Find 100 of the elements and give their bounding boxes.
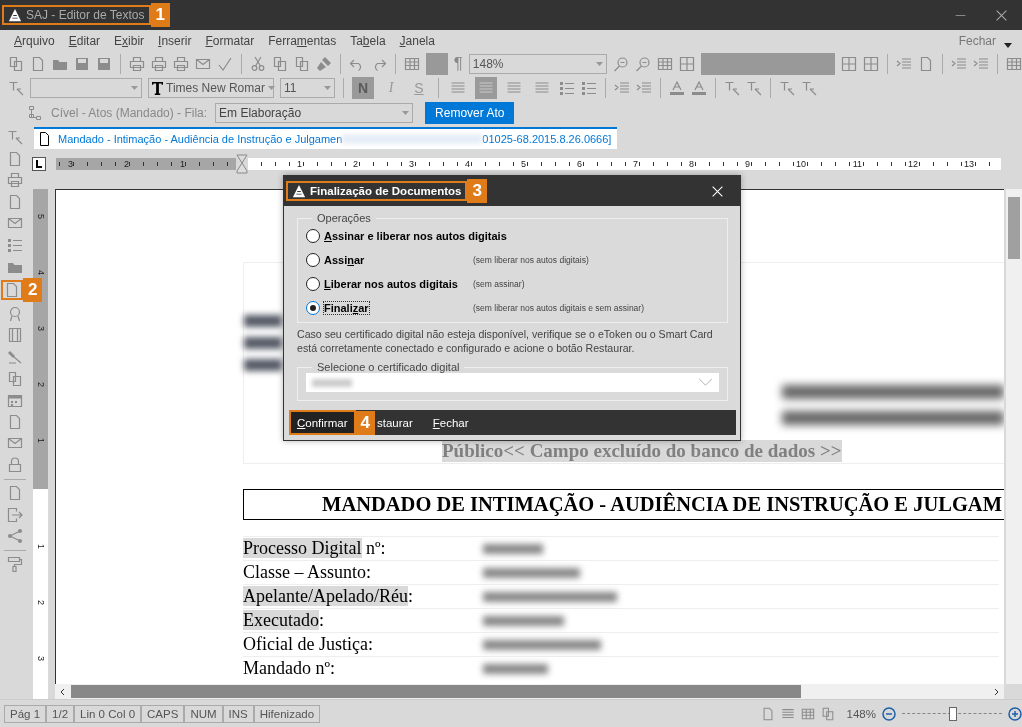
radio-button[interactable]	[306, 253, 320, 267]
indent-icon[interactable]	[896, 56, 912, 72]
menu-item[interactable]: Inserir	[158, 34, 192, 48]
calendar-icon[interactable]	[7, 392, 23, 409]
menu-item[interactable]: Ferramentas	[268, 34, 337, 48]
printer-icon[interactable]	[173, 56, 189, 72]
printer-icon[interactable]	[7, 172, 23, 189]
view-copy-icon[interactable]	[820, 706, 835, 721]
indent-icon[interactable]	[636, 80, 652, 96]
document-icon[interactable]	[30, 56, 46, 72]
font-size-combo[interactable]: 11	[280, 78, 335, 98]
color-icon[interactable]	[691, 80, 707, 96]
horizontal-scrollbar[interactable]	[55, 684, 1004, 699]
vertical-scrollbar[interactable]	[1006, 189, 1022, 684]
save-icon[interactable]	[74, 56, 90, 72]
document-icon[interactable]	[7, 485, 23, 502]
menu-item[interactable]: Editar	[68, 34, 101, 48]
copy-icon[interactable]	[272, 56, 288, 72]
option-label[interactable]: Liberar nos autos digitais	[323, 277, 459, 291]
menu-item[interactable]: Tabela	[350, 34, 386, 48]
envelope-icon[interactable]	[195, 56, 211, 72]
menu-item[interactable]: Janela	[399, 34, 435, 48]
film-icon[interactable]	[7, 327, 23, 344]
text-icon[interactable]	[724, 80, 740, 96]
list-icon[interactable]	[559, 80, 575, 96]
view-document-icon[interactable]	[760, 706, 775, 721]
save-icon[interactable]	[96, 56, 112, 72]
confirm-button[interactable]: Confirmar	[289, 410, 356, 435]
radio-button[interactable]	[306, 277, 320, 291]
certificate-select[interactable]	[306, 373, 719, 392]
document-icon[interactable]	[918, 56, 934, 72]
indent-marker[interactable]	[236, 153, 248, 174]
list-icon[interactable]	[581, 80, 597, 96]
printer-icon[interactable]	[151, 56, 167, 72]
copy-icon[interactable]	[294, 56, 310, 72]
zoom-out-icon[interactable]	[882, 706, 896, 721]
document-tab[interactable]: Mandado - Intimação - Audiência de Instrução e Julgamen 01025-68.2015.8.26.0666]	[34, 127, 618, 149]
remove-act-button[interactable]: Remover Ato	[425, 101, 515, 124]
zoom-in-icon[interactable]	[634, 56, 651, 72]
menu-item[interactable]: Exibir	[114, 34, 145, 48]
status-cell: Hifenizado	[253, 704, 321, 723]
printer-icon[interactable]	[129, 56, 145, 72]
list-icon[interactable]	[7, 236, 23, 253]
document-icon[interactable]	[4, 282, 20, 299]
dropdown-icon[interactable]	[1004, 42, 1012, 48]
zoom-in-icon[interactable]	[1008, 706, 1022, 721]
align-icon	[534, 80, 550, 96]
table-icon[interactable]	[404, 56, 420, 72]
zoom-slider-thumb[interactable]	[949, 706, 957, 721]
table-icon[interactable]	[656, 56, 673, 72]
view-align-icon[interactable]	[780, 706, 795, 721]
style-combo[interactable]	[30, 78, 142, 98]
lock-icon[interactable]	[7, 456, 23, 473]
grid-icon[interactable]	[863, 56, 879, 72]
text-style-icon[interactable]	[8, 80, 24, 96]
document-icon[interactable]	[7, 193, 23, 210]
exit-icon[interactable]	[7, 506, 23, 523]
font-icon	[152, 81, 163, 95]
option-label[interactable]: Finalizar	[323, 301, 370, 315]
document-icon[interactable]	[7, 413, 23, 430]
zoom-combo[interactable]: 148%	[468, 54, 607, 74]
document-icon[interactable]	[7, 150, 23, 167]
menu-item[interactable]: Formatar	[205, 34, 255, 48]
indent-icon[interactable]	[951, 56, 967, 72]
align-button[interactable]	[475, 77, 497, 99]
grid-icon[interactable]	[678, 56, 695, 72]
font-combo[interactable]: Times New Romar	[148, 78, 274, 98]
copy-icon[interactable]	[8, 56, 24, 72]
radio-button[interactable]	[306, 229, 320, 243]
option-label[interactable]: Assinar	[323, 253, 366, 267]
copy-icon[interactable]	[7, 370, 23, 387]
menu-item[interactable]: Arquivo	[14, 34, 55, 48]
gavel-icon[interactable]	[7, 348, 23, 365]
share-icon[interactable]	[7, 528, 23, 545]
text-icon[interactable]	[746, 80, 762, 96]
dialog-button[interactable]: Fechar	[422, 410, 479, 435]
text-icon[interactable]	[801, 80, 817, 96]
indent-icon[interactable]	[973, 56, 989, 72]
zoom-out-icon[interactable]	[612, 56, 629, 72]
scissors-icon[interactable]	[250, 56, 266, 72]
queue-combo[interactable]: Em Elaboração	[215, 102, 414, 123]
roller-icon[interactable]	[7, 556, 23, 573]
text-icon[interactable]	[779, 80, 795, 96]
horizontal-ruler: 3 2 1 1 2 3 4 5 6 7 8 9 10 11 12 13	[56, 156, 1001, 171]
indent-icon[interactable]	[614, 80, 630, 96]
table-icon[interactable]	[1006, 56, 1022, 72]
brush-icon[interactable]	[316, 56, 332, 72]
check-icon[interactable]	[217, 56, 233, 72]
view-table-icon[interactable]	[800, 706, 815, 721]
tab-stop-selector[interactable]	[32, 156, 46, 171]
close-icon[interactable]	[995, 8, 1008, 22]
color-icon[interactable]	[669, 80, 685, 96]
text-icon[interactable]	[7, 129, 23, 145]
scroll-right-icon[interactable]	[992, 687, 1000, 696]
option-label[interactable]: Assinar e liberar nos autos digitais	[323, 229, 508, 243]
radio-button[interactable]	[306, 301, 320, 315]
header-note: Público<< Campo excluído do banco de dados >>	[442, 440, 842, 462]
scroll-left-icon[interactable]	[59, 687, 67, 696]
grid-icon[interactable]	[841, 56, 857, 72]
badge-icon[interactable]	[7, 305, 23, 322]
